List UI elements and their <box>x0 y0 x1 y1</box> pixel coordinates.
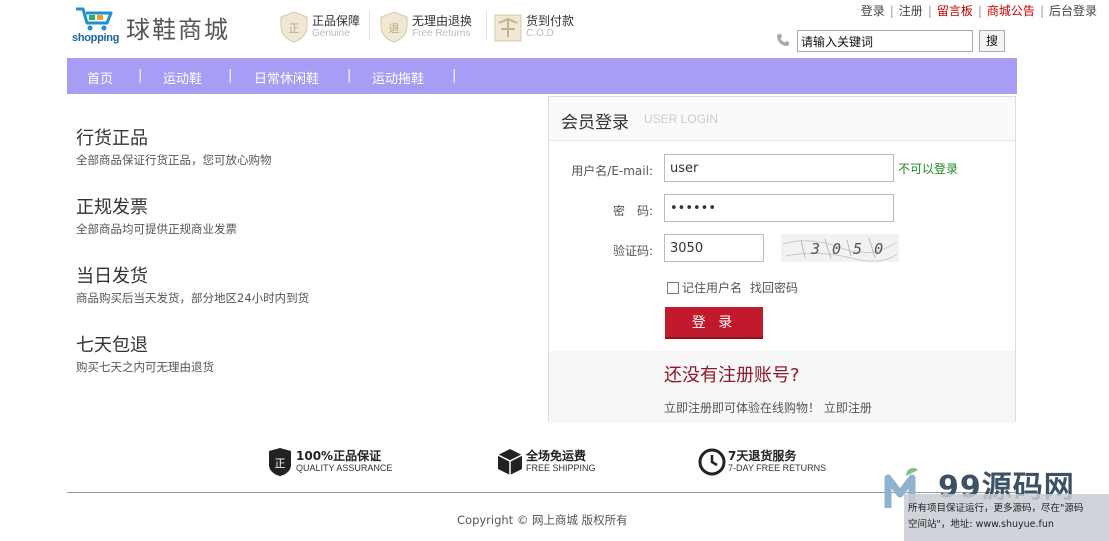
divider <box>369 10 370 40</box>
feature-block-title: 当日发货 <box>76 266 148 287</box>
password-input[interactable] <box>664 194 894 222</box>
nav-separator: | <box>347 68 352 83</box>
feature-title: 正品保障 <box>312 14 361 28</box>
nav-separator: | <box>228 68 233 83</box>
login-panel: 会员登录 USER LOGIN 用户名/E-mail: 不可以登录 密 码: 验… <box>548 96 1016 423</box>
password-label: 密 码: <box>612 204 653 218</box>
site-logo[interactable]: shopping <box>72 6 120 44</box>
search-button[interactable]: 搜 <box>979 30 1005 52</box>
username-label: 用户名/E-mail: <box>571 164 653 178</box>
announcement-link[interactable]: 商城公告 <box>987 4 1035 18</box>
service-title: 全场免运费 <box>526 449 587 463</box>
search-input[interactable] <box>797 30 973 52</box>
login-header: 会员登录 USER LOGIN <box>549 97 1015 141</box>
service-subtitle: QUALITY ASSURANCE <box>296 463 393 473</box>
remember-label[interactable]: 记住用户名 <box>682 281 742 295</box>
feature-subtitle: Genuine <box>312 28 350 39</box>
feature-block-desc: 全部商品保证行货正品，您可放心购物 <box>76 153 272 167</box>
cod-badge-icon <box>494 14 522 42</box>
feature-title: 货到付款 <box>526 14 575 28</box>
login-title: 会员登录 <box>561 113 629 133</box>
register-section: 还没有注册账号? 立即注册即可体验在线购物！ 立即注册 <box>549 351 1015 423</box>
service-subtitle: 7-DAY FREE RETURNS <box>728 463 827 473</box>
nav-separator: | <box>138 68 143 83</box>
register-text: 立即注册即可体验在线购物！ <box>664 401 821 415</box>
register-now-link[interactable]: 立即注册 <box>824 401 872 415</box>
admin-login-link[interactable]: 后台登录 <box>1049 4 1097 18</box>
nav-separator: | <box>452 68 457 83</box>
login-link[interactable]: 登录 <box>861 4 885 18</box>
captcha-image[interactable]: 3050 <box>781 234 899 262</box>
phone-icon <box>777 34 789 46</box>
register-title: 还没有注册账号? <box>664 365 800 386</box>
service-subtitle: FREE SHIPPING <box>526 463 596 473</box>
username-hint: 不可以登录 <box>898 162 959 176</box>
feature-subtitle: C.O.D <box>526 28 554 39</box>
feature-block-title: 行货正品 <box>76 128 148 149</box>
svg-text:正: 正 <box>275 457 286 470</box>
watermark-line-1: 所有项目保证运行，更多源码，尽在"源码 <box>908 503 1084 514</box>
footer-divider <box>67 492 1017 493</box>
genuine-shield-icon: 正 <box>269 448 291 476</box>
copyright-text: Copyright © 网上商城 版权所有 <box>457 513 628 527</box>
watermark: 99源码网 所有项目保证运行，更多源码，尽在"源码 空间站"，地址: www.s… <box>884 462 1109 541</box>
svg-text:3050: 3050 <box>810 240 895 258</box>
feature-block-returns: 七天包退 购买七天之内可无理由退货 <box>76 331 214 375</box>
forgot-password-link[interactable]: 找回密码 <box>750 281 798 295</box>
feature-block-desc: 购买七天之内可无理由退货 <box>76 360 214 374</box>
feature-block-title: 正规发票 <box>76 197 148 218</box>
captcha-input[interactable] <box>664 234 764 262</box>
register-link[interactable]: 注册 <box>899 4 923 18</box>
nav-item-home[interactable]: 首页 <box>87 68 113 87</box>
svg-text:正: 正 <box>289 22 300 35</box>
watermark-notice: 所有项目保证运行，更多源码，尽在"源码 空间站"，地址: www.shuyue.… <box>904 494 1109 541</box>
box-icon <box>497 449 523 475</box>
remember-row: 记住用户名 找回密码 <box>667 279 798 296</box>
feature-subtitle: Free Returns <box>412 28 471 39</box>
divider <box>486 10 487 40</box>
guestbook-link[interactable]: 留言板 <box>937 4 973 18</box>
nav-item-sports-shoes[interactable]: 运动鞋 <box>163 68 202 87</box>
watermark-line-2: 空间站"，地址: www.shuyue.fun <box>908 519 1054 530</box>
feature-block-invoice: 正规发票 全部商品均可提供正规商业发票 <box>76 193 237 237</box>
feature-block-desc: 全部商品均可提供正规商业发票 <box>76 222 237 236</box>
genuine-badge-icon: 正 <box>280 11 308 43</box>
service-title: 7天退货服务 <box>728 449 797 463</box>
username-input[interactable] <box>664 154 894 182</box>
login-button[interactable]: 登 录 <box>665 307 763 339</box>
captcha-label: 验证码: <box>612 244 653 258</box>
shopping-cart-icon <box>76 7 113 31</box>
login-subtitle: USER LOGIN <box>644 112 719 126</box>
remember-checkbox[interactable] <box>667 282 679 294</box>
feature-title: 无理由退换 <box>412 14 473 28</box>
register-text-row: 立即注册即可体验在线购物！ 立即注册 <box>664 399 872 416</box>
clock-icon <box>698 448 726 476</box>
svg-text:退: 退 <box>389 22 400 35</box>
nav-item-casual-shoes[interactable]: 日常休闲鞋 <box>254 68 319 87</box>
site-name: 球鞋商城 <box>126 16 230 44</box>
top-links: 登录 | 注册 | 留言板 | 商城公告 | 后台登录 <box>860 4 1097 18</box>
feature-block-sameday: 当日发货 商品购买后当天发货，部分地区24小时内到货 <box>76 262 309 306</box>
feature-block-title: 七天包退 <box>76 335 148 356</box>
feature-block-genuine: 行货正品 全部商品保证行货正品，您可放心购物 <box>76 124 272 168</box>
feature-block-desc: 商品购买后当天发货，部分地区24小时内到货 <box>76 291 310 305</box>
service-title: 100%正品保证 <box>296 449 382 463</box>
main-nav: 首页 | 运动鞋 | 日常休闲鞋 | 运动拖鞋 | <box>67 58 1017 94</box>
returns-badge-icon: 退 <box>380 11 408 43</box>
nav-item-slippers[interactable]: 运动拖鞋 <box>372 68 424 87</box>
logo-text: shopping <box>72 32 120 44</box>
